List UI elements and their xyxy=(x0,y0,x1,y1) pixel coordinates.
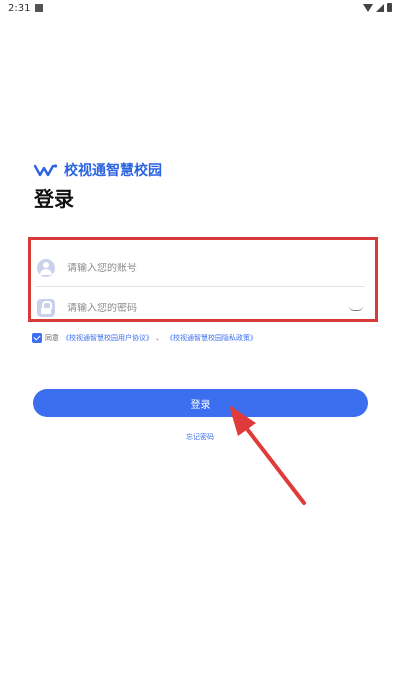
agreement-separator: 、 xyxy=(156,334,163,342)
agree-checkbox[interactable] xyxy=(32,333,42,343)
login-form-highlight xyxy=(28,237,378,322)
annotation-arrow xyxy=(229,405,306,505)
status-icons xyxy=(363,3,392,12)
agreement-row: 同意 《校视通智慧校园用户协议》 、 《校视通智慧校园隐私政策》 xyxy=(32,333,257,343)
brand-name: 校视通智慧校园 xyxy=(64,163,162,179)
account-input[interactable] xyxy=(67,262,365,274)
password-input[interactable] xyxy=(67,302,349,314)
page-title: 登录 xyxy=(34,187,74,211)
notification-icon xyxy=(35,4,43,12)
forgot-password-link[interactable]: 忘记密码 xyxy=(0,432,400,442)
account-field xyxy=(35,250,365,287)
eye-toggle-icon[interactable] xyxy=(349,304,365,312)
privacy-policy-link[interactable]: 《校视通智慧校园隐私政策》 xyxy=(166,333,257,343)
user-icon xyxy=(37,259,55,277)
wifi-icon xyxy=(363,3,373,12)
brand-w-logo-icon xyxy=(34,164,58,177)
lock-icon xyxy=(37,299,55,317)
status-bar: 2:31 xyxy=(0,0,400,18)
agreement-prefix: 同意 xyxy=(45,334,59,342)
status-time: 2:31 xyxy=(8,3,31,14)
password-field xyxy=(35,290,365,326)
battery-icon xyxy=(387,3,392,12)
login-button[interactable]: 登录 xyxy=(33,389,368,417)
user-agreement-link[interactable]: 《校视通智慧校园用户协议》 xyxy=(62,333,153,343)
brand-header: 校视通智慧校园 xyxy=(34,160,162,180)
signal-icon xyxy=(376,3,384,12)
